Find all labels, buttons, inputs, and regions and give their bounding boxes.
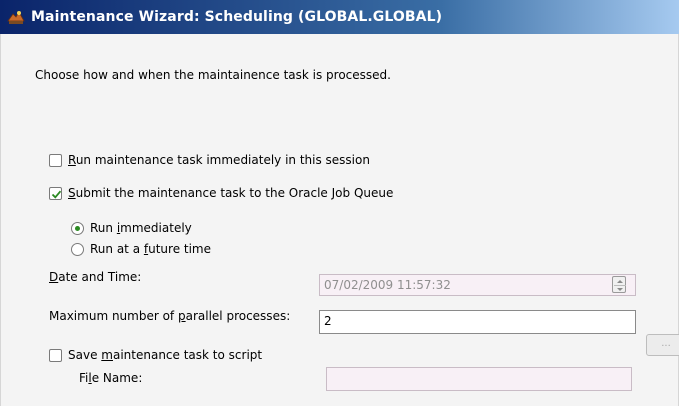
- check-mark-icon: [51, 190, 62, 199]
- file-name-label: File Name:: [79, 371, 143, 385]
- window-title: Maintenance Wizard: Scheduling (GLOBAL.G…: [31, 9, 443, 25]
- run-immediately-radio[interactable]: [71, 222, 84, 235]
- run-immediately-label: Run immediately: [90, 221, 192, 235]
- save-script-checkbox-row[interactable]: Save maintenance task to script: [49, 347, 309, 365]
- submit-job-queue-checkbox[interactable]: [49, 187, 62, 200]
- date-time-value: 07/02/2009 11:57:32: [324, 278, 451, 292]
- browse-button[interactable]: ...: [646, 334, 679, 356]
- title-bar: Maintenance Wizard: Scheduling (GLOBAL.G…: [0, 0, 679, 34]
- maintenance-wizard-icon: [7, 9, 25, 25]
- spinner-down-icon[interactable]: [617, 288, 623, 291]
- file-name-input[interactable]: [326, 367, 632, 391]
- radio-selected-dot: [75, 226, 80, 231]
- parallel-processes-input[interactable]: 2: [319, 310, 636, 334]
- save-script-label: Save maintenance task to script: [68, 348, 263, 362]
- date-time-label: Date and Time:: [49, 270, 142, 284]
- run-future-radio[interactable]: [71, 243, 84, 256]
- submit-job-queue-label: Submit the maintenance task to the Oracl…: [68, 186, 394, 200]
- spinner-up-icon[interactable]: [617, 280, 623, 283]
- run-in-session-label: Run maintenance task immediately in this…: [68, 153, 370, 167]
- run-in-session-checkbox[interactable]: [49, 154, 62, 167]
- date-time-spinner[interactable]: [612, 276, 626, 293]
- run-future-radio-row[interactable]: Run at a future time: [71, 242, 231, 258]
- parallel-processes-label: Maximum number of parallel processes:: [49, 309, 291, 323]
- run-immediately-radio-row[interactable]: Run immediately: [71, 221, 221, 237]
- save-script-checkbox[interactable]: [49, 349, 62, 362]
- dialog-body: Choose how and when the maintainence tas…: [0, 34, 679, 406]
- intro-text: Choose how and when the maintainence tas…: [35, 68, 391, 82]
- date-time-field[interactable]: 07/02/2009 11:57:32: [319, 274, 636, 296]
- submit-job-queue-checkbox-row[interactable]: Submit the maintenance task to the Oracl…: [49, 185, 409, 203]
- run-in-session-checkbox-row[interactable]: Run maintenance task immediately in this…: [49, 152, 409, 170]
- parallel-processes-value: 2: [324, 314, 332, 328]
- run-future-label: Run at a future time: [90, 242, 212, 256]
